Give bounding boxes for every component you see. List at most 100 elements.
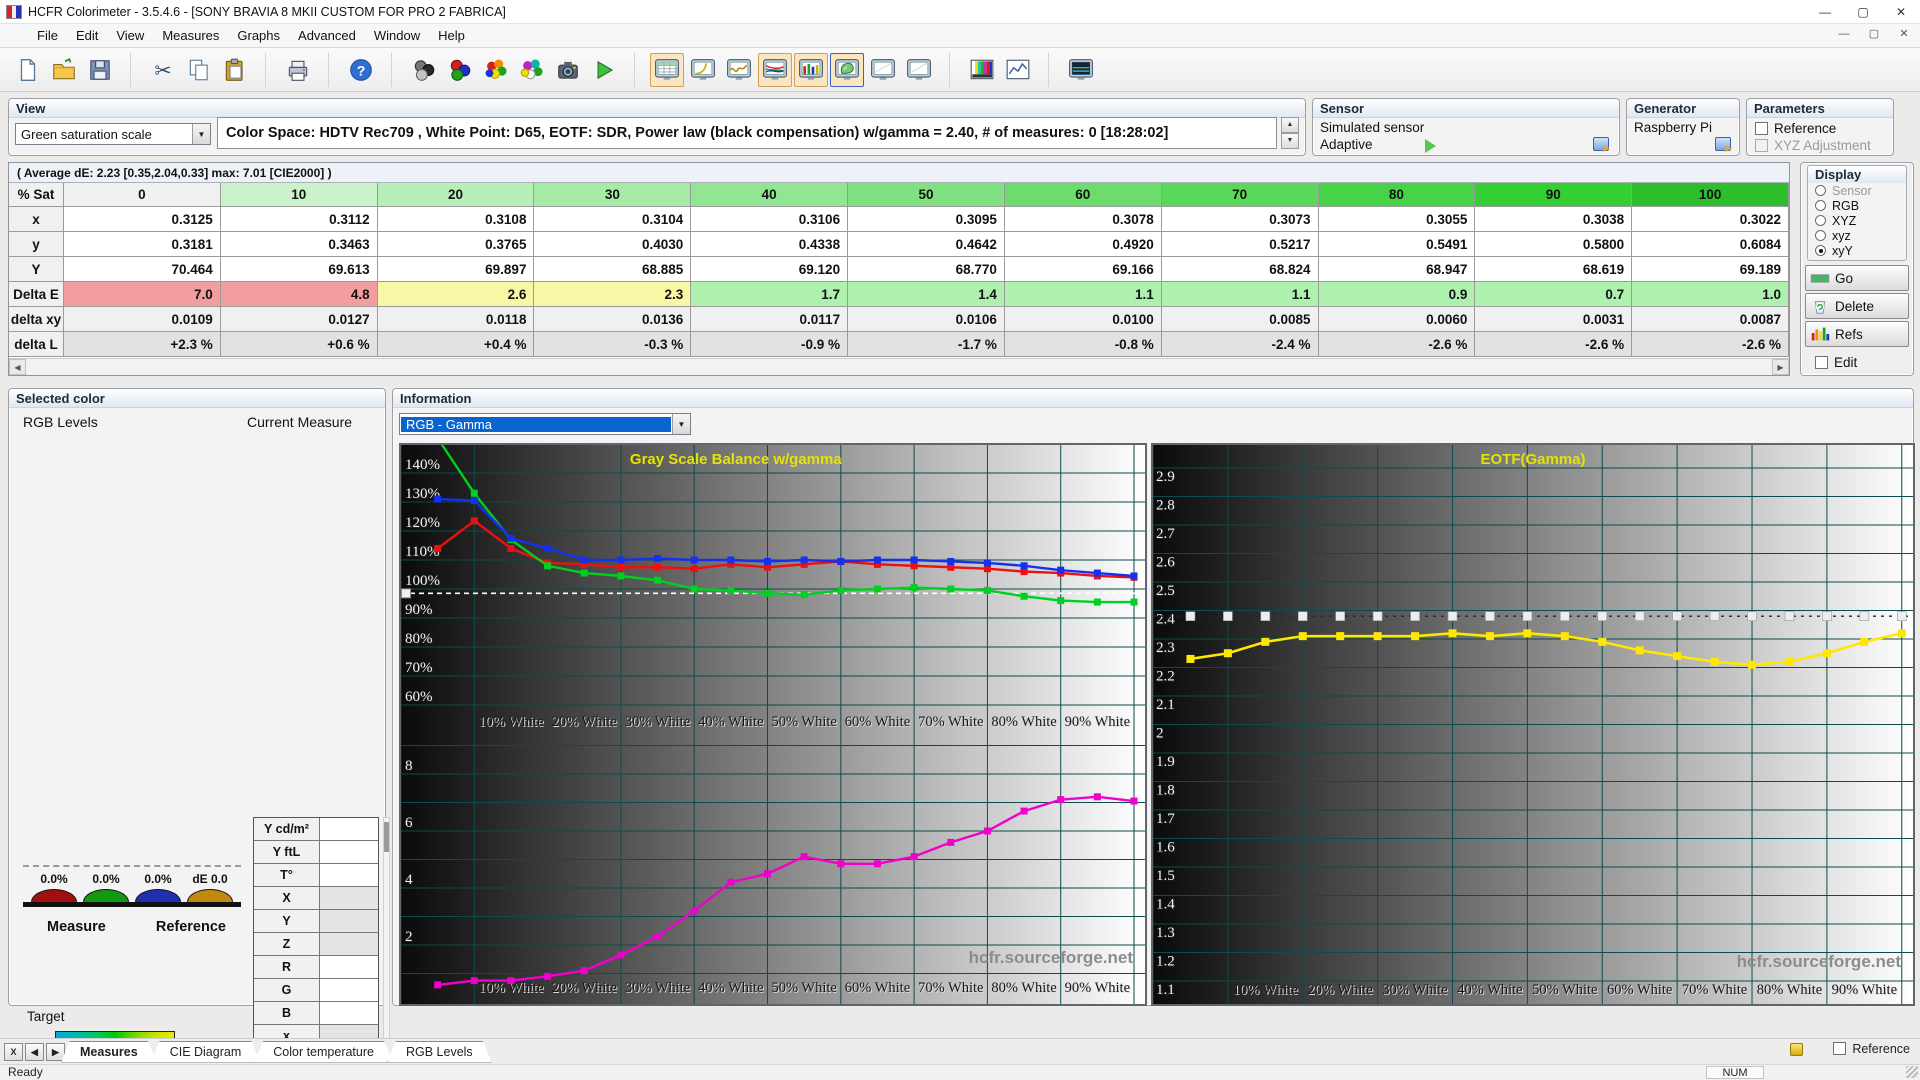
table-cell[interactable]: 0.7 [1475, 282, 1632, 307]
measure-full-button[interactable] [515, 53, 549, 87]
view-histogram-button[interactable] [794, 53, 828, 87]
maximize-button[interactable]: ▢ [1844, 0, 1882, 24]
view-nearblack-button[interactable] [722, 53, 756, 87]
table-cell[interactable]: 0.5217 [1162, 232, 1319, 257]
table-cell[interactable]: 7.0 [64, 282, 221, 307]
measure-row-value[interactable] [320, 1002, 378, 1024]
table-cell[interactable]: 0.3181 [64, 232, 221, 257]
table-cell[interactable]: -2.6 % [1632, 332, 1789, 357]
tab-measures[interactable]: Measures [61, 1041, 157, 1063]
table-header-cell[interactable]: 70 [1162, 183, 1319, 207]
scale-selector-dropdown[interactable]: Green saturation scale ▼ [15, 123, 211, 145]
measure-row-value[interactable] [320, 979, 378, 1001]
sensor-start-icon[interactable] [1425, 139, 1436, 153]
chevron-down-icon[interactable]: ▼ [192, 124, 210, 144]
table-header-cell[interactable]: 20 [378, 183, 535, 207]
display-radio-xyz[interactable]: XYZ [1808, 213, 1906, 228]
table-cell[interactable]: +0.6 % [221, 332, 378, 357]
table-cell[interactable]: 69.166 [1005, 257, 1162, 282]
measure-grayscale-button[interactable] [407, 53, 441, 87]
measure-row-value[interactable] [320, 818, 378, 840]
table-cell[interactable]: 0.0087 [1632, 307, 1789, 332]
view-colorbars-button[interactable] [965, 53, 999, 87]
spin-up-button[interactable]: ▲ [1281, 117, 1299, 133]
table-cell[interactable]: 0.4030 [534, 232, 691, 257]
table-cell[interactable]: 0.0060 [1319, 307, 1476, 332]
table-cell[interactable]: +0.4 % [378, 332, 535, 357]
table-cell[interactable]: 0.3125 [64, 207, 221, 232]
table-cell[interactable]: 0.3038 [1475, 207, 1632, 232]
table-horizontal-scrollbar[interactable]: ◀ ▶ [9, 358, 1789, 375]
table-cell[interactable]: 69.613 [221, 257, 378, 282]
table-header-cell[interactable]: 80 [1319, 183, 1476, 207]
open-file-button[interactable] [47, 53, 81, 87]
table-cell[interactable]: 1.4 [848, 282, 1005, 307]
new-file-button[interactable] [11, 53, 45, 87]
table-cell[interactable]: -0.3 % [534, 332, 691, 357]
table-cell[interactable]: 4.8 [221, 282, 378, 307]
table-cell[interactable]: 0.3108 [378, 207, 535, 232]
tab-close-button[interactable]: X [4, 1043, 23, 1061]
tab-next-button[interactable]: ▶ [46, 1043, 65, 1061]
view-chart-button[interactable] [1001, 53, 1035, 87]
table-cell[interactable]: 0.0031 [1475, 307, 1632, 332]
table-cell[interactable]: 0.3765 [378, 232, 535, 257]
table-header-cell[interactable]: 90 [1475, 183, 1632, 207]
table-header-cell[interactable]: 0 [64, 183, 221, 207]
menu-item-window[interactable]: Window [365, 25, 429, 46]
menu-item-view[interactable]: View [107, 25, 153, 46]
table-cell[interactable]: 0.0136 [534, 307, 691, 332]
table-cell[interactable]: -0.9 % [691, 332, 848, 357]
table-cell[interactable]: 69.120 [691, 257, 848, 282]
table-header-cell[interactable]: 100 [1632, 183, 1789, 207]
measure-row-value[interactable] [320, 910, 378, 932]
table-cell[interactable]: 0.4338 [691, 232, 848, 257]
delete-button[interactable]: Delete [1805, 293, 1909, 319]
view-cie-button[interactable] [830, 53, 864, 87]
menu-item-advanced[interactable]: Advanced [289, 25, 365, 46]
table-cell[interactable]: 68.885 [534, 257, 691, 282]
table-cell[interactable]: 0.3463 [221, 232, 378, 257]
table-cell[interactable]: -2.4 % [1162, 332, 1319, 357]
information-dropdown[interactable]: RGB - Gamma ▼ [399, 413, 691, 435]
table-cell[interactable]: +2.3 % [64, 332, 221, 357]
paste-button[interactable] [218, 53, 252, 87]
menu-item-measures[interactable]: Measures [153, 25, 228, 46]
menu-item-graphs[interactable]: Graphs [228, 25, 289, 46]
measure-row-value[interactable] [320, 956, 378, 978]
chevron-down-icon[interactable]: ▼ [672, 414, 690, 434]
table-cell[interactable]: 0.3073 [1162, 207, 1319, 232]
table-cell[interactable]: 0.3095 [848, 207, 1005, 232]
refs-button[interactable]: Refs [1805, 321, 1909, 347]
table-cell[interactable]: 1.0 [1632, 282, 1789, 307]
scroll-left-icon[interactable]: ◀ [9, 359, 26, 375]
table-cell[interactable]: 1.7 [691, 282, 848, 307]
table-cell[interactable]: 0.3055 [1319, 207, 1476, 232]
table-cell[interactable]: 69.189 [1632, 257, 1789, 282]
table-cell[interactable]: 0.0109 [64, 307, 221, 332]
table-cell[interactable]: 69.897 [378, 257, 535, 282]
tab-prev-button[interactable]: ◀ [25, 1043, 44, 1061]
table-cell[interactable]: 0.0100 [1005, 307, 1162, 332]
view-rgb-levels-button[interactable] [758, 53, 792, 87]
about-button[interactable]: ? [344, 53, 378, 87]
table-cell[interactable]: 0.0085 [1162, 307, 1319, 332]
table-cell[interactable]: 0.3112 [221, 207, 378, 232]
table-cell[interactable]: 2.6 [378, 282, 535, 307]
capture-button[interactable] [551, 53, 585, 87]
scroll-right-icon[interactable]: ▶ [1772, 359, 1789, 375]
view-tracking-button[interactable] [866, 53, 900, 87]
table-cell[interactable]: 1.1 [1005, 282, 1162, 307]
table-cell[interactable]: -2.6 % [1319, 332, 1476, 357]
table-cell[interactable]: 0.3078 [1005, 207, 1162, 232]
table-cell[interactable]: -1.7 % [848, 332, 1005, 357]
table-header-cell[interactable]: 30 [534, 183, 691, 207]
measure-primaries-button[interactable] [443, 53, 477, 87]
table-cell[interactable]: 70.464 [64, 257, 221, 282]
run-measures-button[interactable] [587, 53, 621, 87]
measure-row-value[interactable] [320, 841, 378, 863]
table-cell[interactable]: 68.619 [1475, 257, 1632, 282]
view-measures-button[interactable] [650, 53, 684, 87]
display-radio-rgb[interactable]: RGB [1808, 198, 1906, 213]
statusbar-reference-checkbox[interactable]: Reference [1833, 1042, 1910, 1056]
